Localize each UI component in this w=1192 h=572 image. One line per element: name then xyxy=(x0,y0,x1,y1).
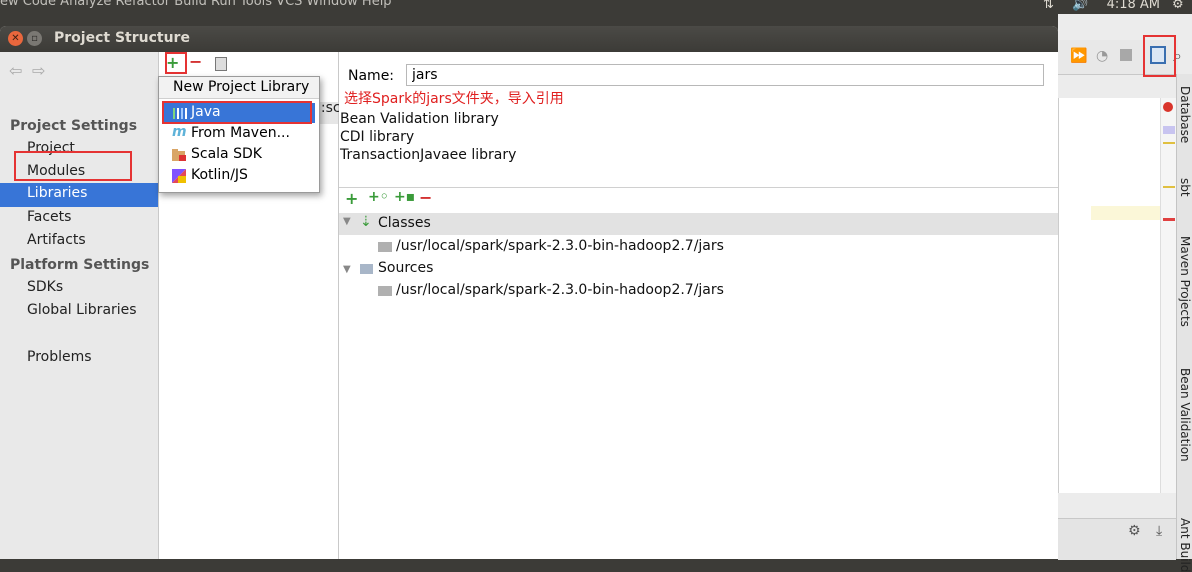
volume-icon[interactable]: 🔊 xyxy=(1072,0,1088,12)
highlight-libraries xyxy=(14,151,132,181)
popup-item-label: Kotlin/JS xyxy=(191,167,248,183)
download-icon[interactable]: ⤓ xyxy=(1156,523,1162,539)
tree-node-label: Classes xyxy=(378,215,431,231)
popup-title: New Project Library xyxy=(159,77,319,99)
run-coverage-icon[interactable]: ⏩ xyxy=(1070,48,1087,64)
library-type-cdi[interactable]: CDI library xyxy=(340,129,414,145)
settings-sidebar: ⇦ ⇨ Project Settings Project Modules Lib… xyxy=(0,52,159,559)
annotation-text: 选择Spark的jars文件夹，导入引用 xyxy=(344,91,564,107)
tool-tab-database[interactable]: Database xyxy=(1178,86,1192,143)
minimize-icon[interactable]: ▫ xyxy=(27,31,42,46)
highlight-add-button xyxy=(165,52,187,74)
back-arrow-icon[interactable]: ⇦ xyxy=(9,61,22,80)
ide-menu-bar: ew Code Analyze Refactor Build Run Tools… xyxy=(0,0,392,9)
sidebar-item-problems[interactable]: Problems xyxy=(27,349,92,365)
dialog-titlebar[interactable]: ✕ ▫ Project Structure xyxy=(0,26,1058,52)
popup-item-from-maven[interactable]: m From Maven... xyxy=(163,124,315,144)
add-classes-icon[interactable]: +◦ xyxy=(368,189,389,205)
popup-item-label: Scala SDK xyxy=(191,146,262,162)
library-type-transaction-javaee[interactable]: TransactionJavaee library xyxy=(340,147,516,163)
collapse-arrow-icon[interactable]: ▼ xyxy=(343,264,351,275)
stripe-mark[interactable] xyxy=(1163,142,1175,144)
stripe-mark[interactable] xyxy=(1163,126,1175,134)
folder-icon xyxy=(378,286,392,296)
sidebar-item-label: Libraries xyxy=(27,185,88,201)
clock[interactable]: 4:18 AM xyxy=(1107,0,1160,12)
system-top-bar: ew Code Analyze Refactor Build Run Tools… xyxy=(0,0,1192,14)
settings-gear-icon[interactable]: ⚙ xyxy=(1172,0,1184,12)
scala-sdk-icon xyxy=(172,148,187,162)
tool-tab-ant-build[interactable]: Ant Build xyxy=(1178,518,1192,572)
tree-node-sources[interactable]: Sources xyxy=(378,260,433,276)
tree-node-classes[interactable]: ▼ ⇣ Classes xyxy=(339,213,1058,235)
remove-icon[interactable]: − xyxy=(189,52,202,71)
tool-tab-bean-validation[interactable]: Bean Validation xyxy=(1178,368,1192,462)
highlight-java-item xyxy=(162,101,312,124)
sidebar-item-sdks[interactable]: SDKs xyxy=(27,279,63,295)
network-icon[interactable]: ⇅ xyxy=(1043,0,1054,12)
dialog-title: Project Structure xyxy=(54,30,190,46)
classes-path[interactable]: /usr/local/spark/spark-2.3.0-bin-hadoop2… xyxy=(396,238,724,254)
popup-item-scala-sdk[interactable]: Scala SDK xyxy=(163,145,315,165)
library-type-bean-validation[interactable]: Bean Validation library xyxy=(340,111,499,127)
stripe-mark[interactable] xyxy=(1163,186,1175,188)
sidebar-item-libraries[interactable]: Libraries xyxy=(0,183,158,207)
add-jar-icon[interactable]: +▪ xyxy=(394,189,415,205)
popup-item-label: From Maven... xyxy=(191,125,290,141)
copy-icon[interactable] xyxy=(215,57,227,71)
stripe-mark[interactable] xyxy=(1163,218,1175,221)
sources-folder-icon xyxy=(360,264,373,274)
tool-tab-maven[interactable]: Maven Projects xyxy=(1178,236,1192,327)
ide-bottom-bar: ⚙ ⤓ xyxy=(1058,518,1176,560)
sidebar-item-facets[interactable]: Facets xyxy=(27,209,71,225)
project-settings-header: Project Settings xyxy=(10,118,138,134)
editor-error-stripe xyxy=(1160,98,1177,493)
highlight-project-structure-button xyxy=(1143,35,1176,77)
stop-icon[interactable] xyxy=(1120,49,1132,61)
library-detail-panel: Name: 选择Spark的jars文件夹，导入引用 Bean Validati… xyxy=(339,52,1058,559)
popup-title-label: New Project Library xyxy=(173,79,310,95)
folder-icon xyxy=(378,242,392,252)
classes-root-icon: ⇣ xyxy=(360,214,372,230)
kotlin-js-icon xyxy=(172,169,187,183)
roots-toolbar: + +◦ +▪ − xyxy=(339,188,1058,212)
collapse-arrow-icon[interactable]: ▼ xyxy=(343,216,351,227)
tool-tab-sbt[interactable]: sbt xyxy=(1178,178,1192,197)
library-name-input[interactable] xyxy=(406,64,1044,86)
error-indicator-icon[interactable] xyxy=(1163,102,1173,112)
popup-item-kotlin-js[interactable]: Kotlin/JS xyxy=(163,166,315,186)
profile-icon[interactable]: ◔ xyxy=(1096,48,1108,64)
new-library-popup: New Project Library Java m From Maven...… xyxy=(158,76,320,193)
maven-icon: m xyxy=(172,124,187,140)
forward-arrow-icon[interactable]: ⇨ xyxy=(32,61,45,80)
add-icon[interactable]: + xyxy=(345,189,358,208)
sidebar-item-artifacts[interactable]: Artifacts xyxy=(27,232,86,248)
sidebar-item-global-libraries[interactable]: Global Libraries xyxy=(27,302,137,318)
sources-path[interactable]: /usr/local/spark/spark-2.3.0-bin-hadoop2… xyxy=(396,282,724,298)
remove-icon[interactable]: − xyxy=(419,188,432,207)
name-label: Name: xyxy=(348,68,395,84)
platform-settings-header: Platform Settings xyxy=(10,257,150,273)
gear-icon[interactable]: ⚙ xyxy=(1128,523,1141,539)
close-icon[interactable]: ✕ xyxy=(8,31,23,46)
